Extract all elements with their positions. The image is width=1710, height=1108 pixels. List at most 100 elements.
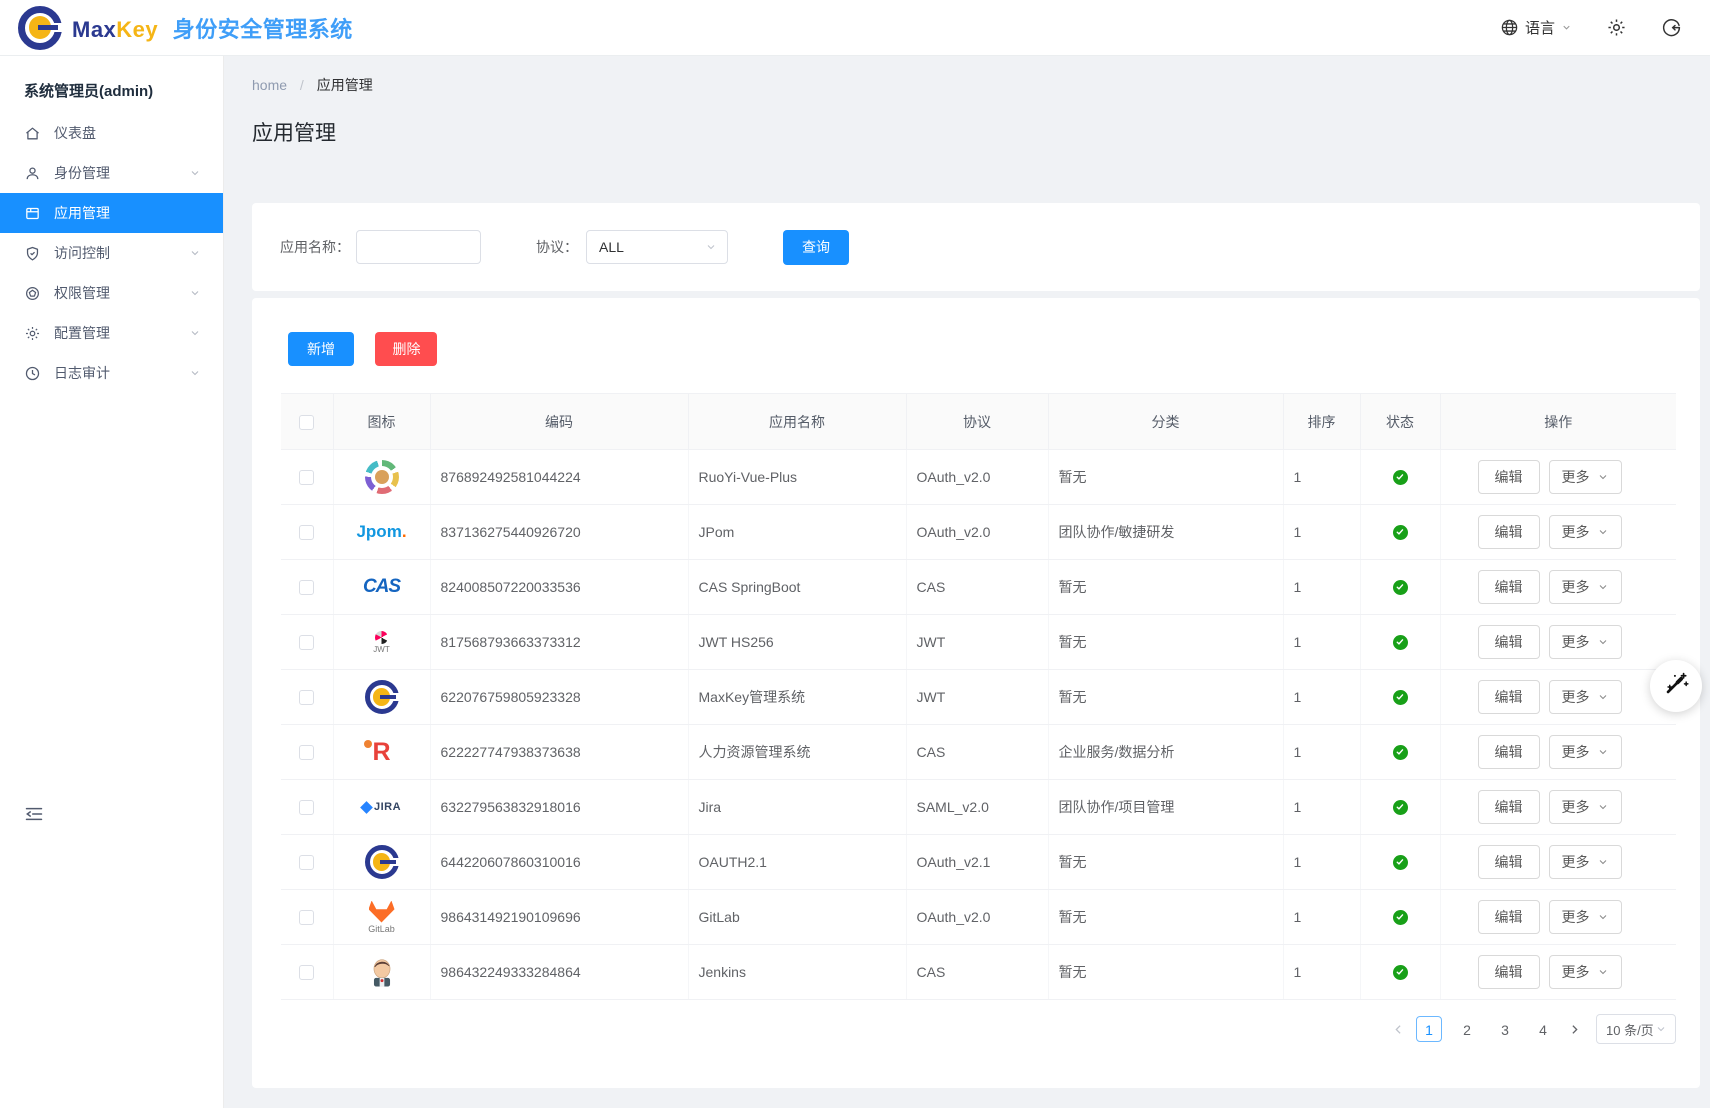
edit-button[interactable]: 编辑 [1478, 515, 1540, 549]
chevron-down-icon [1561, 22, 1572, 33]
magic-wand-floating-button[interactable] [1650, 660, 1702, 712]
app-sort: 1 [1283, 560, 1360, 615]
row-checkbox[interactable] [299, 745, 314, 760]
more-button-label: 更多 [1562, 742, 1590, 762]
app-name: Jenkins [688, 945, 906, 1000]
next-page-button[interactable] [1562, 1016, 1586, 1042]
page-title: 应用管理 [252, 117, 1700, 147]
row-checkbox[interactable] [299, 965, 314, 980]
select-all-checkbox[interactable] [299, 415, 314, 430]
row-checkbox[interactable] [299, 470, 314, 485]
pagination: 1234 10 条/页 [281, 1014, 1676, 1044]
table-row: R622227747938373638人力资源管理系统CAS企业服务/数据分析1… [281, 725, 1676, 780]
chevron-down-icon [1597, 471, 1609, 483]
search-button[interactable]: 查询 [783, 230, 849, 265]
app-sort: 1 [1283, 945, 1360, 1000]
edit-button[interactable]: 编辑 [1478, 680, 1540, 714]
chevron-down-icon [1597, 856, 1609, 868]
more-button[interactable]: 更多 [1549, 955, 1622, 989]
more-button[interactable]: 更多 [1549, 515, 1622, 549]
app-sort: 1 [1283, 780, 1360, 835]
breadcrumb-home[interactable]: home [252, 77, 287, 93]
app-name: JWT HS256 [688, 615, 906, 670]
logout-icon[interactable] [1661, 17, 1682, 38]
row-checkbox[interactable] [299, 855, 314, 870]
edit-button[interactable]: 编辑 [1478, 900, 1540, 934]
table-row: GitLab986431492190109696GitLabOAuth_v2.0… [281, 890, 1676, 945]
sidebar-item-label: 配置管理 [54, 323, 189, 343]
column-header: 编码 [430, 394, 688, 450]
language-label: 语言 [1525, 17, 1555, 38]
app-category: 暂无 [1048, 890, 1283, 945]
page-size-select[interactable]: 10 条/页 [1596, 1014, 1676, 1044]
sidebar-item-config[interactable]: 配置管理 [0, 313, 223, 353]
app-name-input[interactable] [356, 230, 481, 264]
page-button-4[interactable]: 4 [1530, 1016, 1556, 1042]
column-header: 操作 [1440, 394, 1676, 450]
row-checkbox[interactable] [299, 525, 314, 540]
sidebar-item-identity[interactable]: 身份管理 [0, 153, 223, 193]
brand-title: MaxKey 身份安全管理系统 [72, 12, 353, 44]
sidebar-item-access[interactable]: 访问控制 [0, 233, 223, 273]
app-protocol: OAuth_v2.0 [906, 890, 1048, 945]
collapse-sidebar-button[interactable] [24, 804, 44, 824]
edit-button[interactable]: 编辑 [1478, 790, 1540, 824]
edit-button[interactable]: 编辑 [1478, 845, 1540, 879]
edit-button[interactable]: 编辑 [1478, 570, 1540, 604]
row-checkbox[interactable] [299, 800, 314, 815]
sidebar-item-label: 权限管理 [54, 283, 189, 303]
app-code: 632279563832918016 [430, 780, 688, 835]
more-button[interactable]: 更多 [1549, 735, 1622, 769]
row-checkbox[interactable] [299, 580, 314, 595]
more-button[interactable]: 更多 [1549, 460, 1622, 494]
breadcrumb-current: 应用管理 [317, 77, 373, 93]
sidebar-item-dashboard[interactable]: 仪表盘 [0, 113, 223, 153]
edit-button[interactable]: 编辑 [1478, 955, 1540, 989]
clock-icon [24, 365, 42, 382]
chevron-down-icon [189, 367, 201, 379]
more-button[interactable]: 更多 [1549, 570, 1622, 604]
status-enabled-icon [1393, 635, 1408, 650]
more-button[interactable]: 更多 [1549, 845, 1622, 879]
page-size-value: 10 条/页 [1606, 1020, 1654, 1039]
row-checkbox[interactable] [299, 910, 314, 925]
edit-button[interactable]: 编辑 [1478, 625, 1540, 659]
protocol-select[interactable]: ALL [586, 230, 728, 264]
sidebar-item-audit[interactable]: 日志审计 [0, 353, 223, 393]
app-protocol: SAML_v2.0 [906, 780, 1048, 835]
settings-icon[interactable] [1606, 17, 1627, 38]
prev-page-button[interactable] [1386, 1016, 1410, 1042]
sidebar: 系统管理员(admin) 仪表盘身份管理应用管理访问控制权限管理配置管理日志审计 [0, 56, 224, 1108]
main-content: home / 应用管理 应用管理 应用名称： 协议： ALL 查询 新增 删除 [224, 56, 1710, 1108]
app-sort: 1 [1283, 505, 1360, 560]
page-button-1[interactable]: 1 [1416, 1016, 1442, 1042]
edit-button[interactable]: 编辑 [1478, 735, 1540, 769]
sidebar-item-label: 日志审计 [54, 363, 189, 383]
page-button-2[interactable]: 2 [1454, 1016, 1480, 1042]
app-category: 企业服务/数据分析 [1048, 725, 1283, 780]
more-button-label: 更多 [1562, 632, 1590, 652]
chevron-down-icon [1597, 581, 1609, 593]
sidebar-item-label: 身份管理 [54, 163, 189, 183]
app-category: 暂无 [1048, 615, 1283, 670]
row-checkbox[interactable] [299, 690, 314, 705]
app-icon-ruoyi [360, 455, 404, 499]
more-button[interactable]: 更多 [1549, 790, 1622, 824]
sidebar-item-permission[interactable]: 权限管理 [0, 273, 223, 313]
app-category: 暂无 [1048, 945, 1283, 1000]
row-checkbox[interactable] [299, 635, 314, 650]
more-button[interactable]: 更多 [1549, 680, 1622, 714]
edit-button[interactable]: 编辑 [1478, 460, 1540, 494]
add-button[interactable]: 新增 [288, 332, 354, 366]
more-button[interactable]: 更多 [1549, 625, 1622, 659]
app-icon-jira: JIRA [360, 785, 404, 829]
more-button-label: 更多 [1562, 962, 1590, 982]
column-header: 分类 [1048, 394, 1283, 450]
sidebar-item-apps[interactable]: 应用管理 [0, 193, 223, 233]
more-button[interactable]: 更多 [1549, 900, 1622, 934]
language-switcher[interactable]: 语言 [1500, 17, 1572, 38]
app-category: 暂无 [1048, 450, 1283, 505]
medal-icon [24, 285, 42, 302]
page-button-3[interactable]: 3 [1492, 1016, 1518, 1042]
delete-button[interactable]: 删除 [375, 332, 437, 366]
